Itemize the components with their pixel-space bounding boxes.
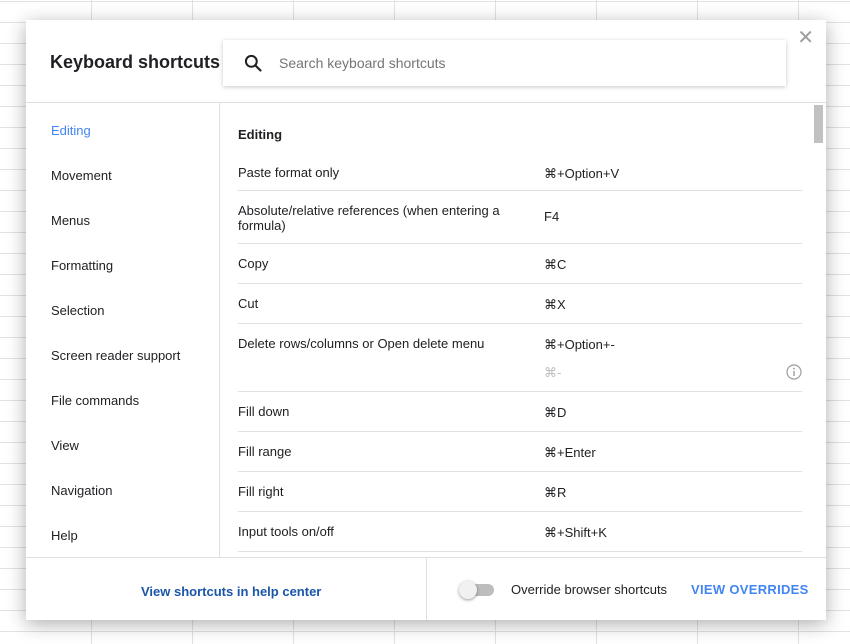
shortcut-label: Input tools on/off — [238, 524, 334, 539]
category-sidebar: Editing Movement Menus Formatting Select… — [26, 103, 220, 557]
override-toggle[interactable] — [459, 581, 494, 599]
dialog-title: Keyboard shortcuts — [50, 52, 221, 72]
section-title: Editing — [238, 127, 283, 142]
scrollbar[interactable] — [814, 103, 826, 557]
search-icon — [244, 54, 262, 72]
toggle-thumb — [459, 581, 477, 599]
shortcut-row: Cut ⌘X — [238, 284, 802, 324]
shortcut-key: ⌘R — [544, 485, 567, 500]
footer-vertical-divider — [426, 558, 427, 620]
shortcut-row: Input tools on/off ⌘+Shift+K — [238, 512, 802, 552]
shortcut-key: ⌘+Option+- — [544, 337, 615, 352]
shortcut-key: ⌘+Enter — [544, 445, 596, 460]
sidebar-item-screen-reader-support[interactable]: Screen reader support — [51, 348, 180, 363]
shortcut-label: Delete rows/columns or Open delete menu — [238, 336, 485, 351]
override-label: Override browser shortcuts — [511, 582, 668, 597]
shortcut-row: Paste format only ⌘+Option+V — [238, 153, 802, 191]
shortcut-key: ⌘+Shift+K — [544, 525, 607, 540]
keyboard-shortcuts-dialog: ✕ Keyboard shortcuts Editing Movement Me… — [26, 20, 826, 620]
shortcut-row: Copy ⌘C — [238, 244, 802, 284]
info-icon[interactable] — [786, 364, 802, 380]
shortcut-key: ⌘X — [544, 297, 566, 312]
shortcut-label: Absolute/relative references (when enter… — [238, 203, 500, 233]
shortcut-row: Absolute/relative references (when enter… — [238, 191, 802, 244]
sidebar-item-movement[interactable]: Movement — [51, 168, 112, 183]
search-input[interactable] — [277, 54, 741, 72]
close-icon[interactable]: ✕ — [797, 28, 814, 48]
shortcut-key: ⌘C — [544, 257, 567, 272]
sidebar-item-editing[interactable]: Editing — [51, 123, 91, 138]
sidebar-item-view[interactable]: View — [51, 438, 79, 453]
shortcut-row: Fill right ⌘R — [238, 472, 802, 512]
sidebar-item-help[interactable]: Help — [51, 528, 78, 543]
shortcut-row: Delete rows/columns or Open delete menu … — [238, 324, 802, 392]
search-box[interactable] — [223, 40, 786, 86]
help-center-link[interactable]: View shortcuts in help center — [141, 584, 321, 599]
shortcut-label: Fill right — [238, 484, 284, 499]
shortcut-label: Fill down — [238, 404, 290, 419]
shortcuts-list: Editing Paste format only ⌘+Option+V Abs… — [220, 103, 826, 557]
sidebar-item-navigation[interactable]: Navigation — [51, 483, 112, 498]
scrollbar-thumb[interactable] — [814, 105, 823, 143]
sidebar-item-formatting[interactable]: Formatting — [51, 258, 113, 273]
shortcut-label: Paste format only — [238, 165, 340, 180]
view-overrides-button[interactable]: VIEW OVERRIDES — [691, 582, 809, 597]
shortcut-row: Fill range ⌘+Enter — [238, 432, 802, 472]
shortcut-label: Fill range — [238, 444, 292, 459]
shortcut-key: ⌘+Option+V — [544, 166, 620, 181]
shortcut-alt-key: ⌘- — [544, 365, 562, 380]
shortcut-label: Cut — [238, 296, 259, 311]
sidebar-item-selection[interactable]: Selection — [51, 303, 104, 318]
shortcut-label: Copy — [238, 256, 269, 271]
shortcut-row: Fill down ⌘D — [238, 392, 802, 432]
sidebar-item-menus[interactable]: Menus — [51, 213, 90, 228]
shortcut-key: ⌘D — [544, 405, 567, 420]
shortcut-key: F4 — [544, 209, 560, 224]
sidebar-item-file-commands[interactable]: File commands — [51, 393, 139, 408]
